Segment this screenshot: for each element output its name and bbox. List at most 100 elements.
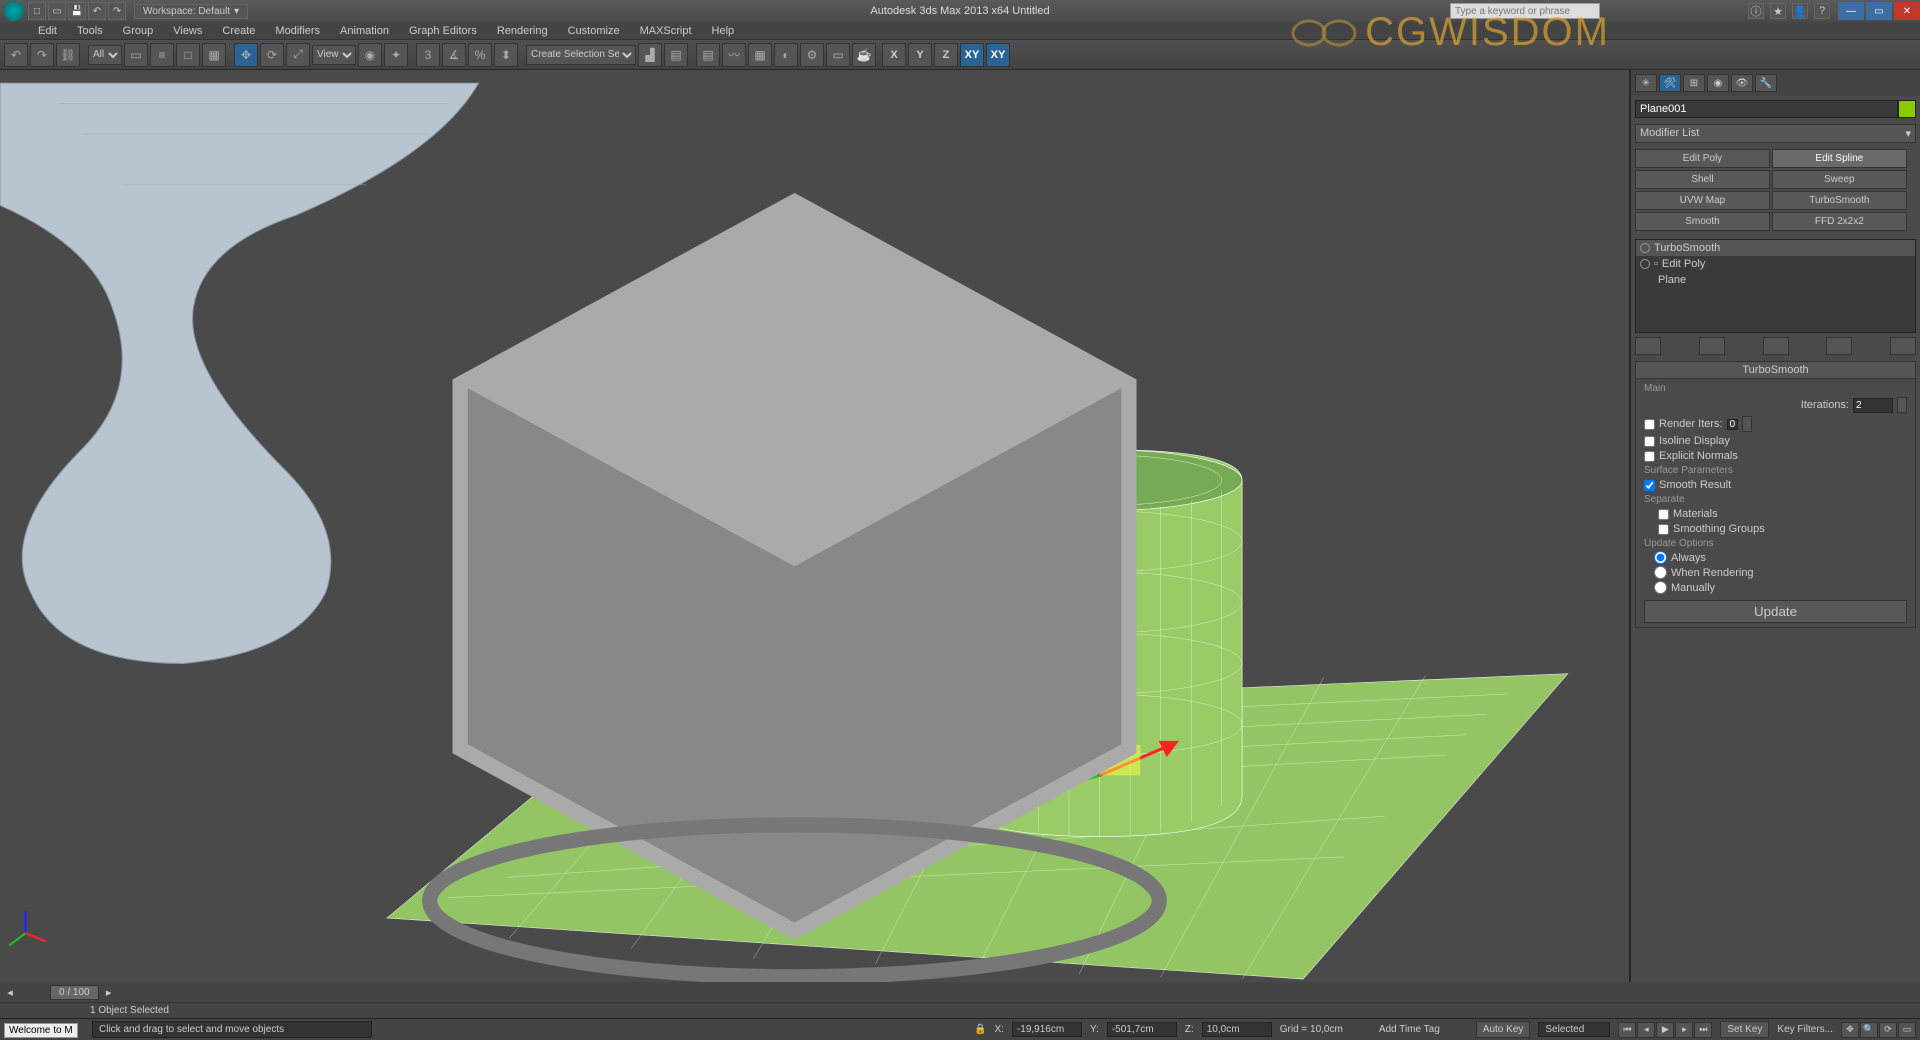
- key-mode-selector[interactable]: Selected: [1538, 1022, 1610, 1037]
- manipulate-icon[interactable]: ✦: [384, 43, 408, 67]
- coord-y[interactable]: -501,7cm: [1107, 1022, 1177, 1037]
- make-unique-icon[interactable]: [1763, 337, 1789, 355]
- nav-max-icon[interactable]: ▭: [1898, 1022, 1916, 1038]
- time-slider-handle[interactable]: 0 / 100: [50, 985, 99, 1000]
- ref-coord-system[interactable]: View: [312, 45, 356, 65]
- menu-animation[interactable]: Animation: [332, 23, 397, 39]
- menu-edit[interactable]: Edit: [30, 23, 65, 39]
- move-icon[interactable]: ✥: [234, 43, 258, 67]
- render-iters-checkbox[interactable]: [1644, 419, 1655, 430]
- undo-icon[interactable]: ↶: [4, 43, 28, 67]
- render-setup-icon[interactable]: ⚙: [800, 43, 824, 67]
- mod-turbosmooth[interactable]: TurboSmooth: [1772, 191, 1907, 210]
- viewport[interactable]: [0, 70, 1630, 982]
- maximize-button[interactable]: ▭: [1866, 2, 1892, 20]
- menu-group[interactable]: Group: [115, 23, 162, 39]
- spinner-up-icon[interactable]: [1897, 397, 1907, 413]
- qat-open-icon[interactable]: ▭: [48, 2, 66, 20]
- lock-icon[interactable]: 🔒: [974, 1024, 986, 1035]
- rollout-header[interactable]: TurboSmooth: [1636, 362, 1915, 379]
- modifier-stack[interactable]: TurboSmooth ▫Edit Poly Plane: [1635, 239, 1916, 333]
- update-button[interactable]: Update: [1644, 600, 1907, 623]
- nav-pan-icon[interactable]: ✥: [1841, 1022, 1859, 1038]
- mod-ffd[interactable]: FFD 2x2x2: [1772, 212, 1907, 231]
- axis-x-button[interactable]: X: [882, 43, 906, 67]
- eye-icon[interactable]: [1640, 259, 1650, 269]
- menu-modifiers[interactable]: Modifiers: [267, 23, 328, 39]
- axis-xy2-button[interactable]: XY: [986, 43, 1010, 67]
- scale-icon[interactable]: ⤢: [286, 43, 310, 67]
- render-iters-spinner[interactable]: [1727, 419, 1738, 430]
- configure-sets-icon[interactable]: [1890, 337, 1916, 355]
- mod-edit-spline[interactable]: Edit Spline: [1772, 149, 1907, 168]
- explicit-checkbox[interactable]: [1644, 451, 1655, 462]
- eye-icon[interactable]: [1640, 243, 1650, 253]
- tab-modify-icon[interactable]: 🛠: [1659, 74, 1681, 92]
- menu-customize[interactable]: Customize: [560, 23, 628, 39]
- mod-shell[interactable]: Shell: [1635, 170, 1770, 189]
- redo-icon[interactable]: ↷: [30, 43, 54, 67]
- spinner-snap-icon[interactable]: ⬍: [494, 43, 518, 67]
- pin-stack-icon[interactable]: [1635, 337, 1661, 355]
- nav-orbit-icon[interactable]: ⟳: [1879, 1022, 1897, 1038]
- menu-create[interactable]: Create: [214, 23, 263, 39]
- axis-y-button[interactable]: Y: [908, 43, 932, 67]
- smoothing-groups-checkbox[interactable]: [1658, 524, 1669, 535]
- mirror-icon[interactable]: ▟: [638, 43, 662, 67]
- render-icon[interactable]: ☕: [852, 43, 876, 67]
- mod-smooth[interactable]: Smooth: [1635, 212, 1770, 231]
- time-slider[interactable]: ◂ 0 / 100 ▸: [0, 982, 1630, 1002]
- close-button[interactable]: ✕: [1894, 2, 1920, 20]
- select-name-icon[interactable]: ≡: [150, 43, 174, 67]
- when-rendering-radio[interactable]: [1654, 566, 1667, 579]
- autokey-button[interactable]: Auto Key: [1476, 1021, 1531, 1038]
- goto-end-icon[interactable]: ⏭: [1694, 1022, 1712, 1038]
- signin-icon[interactable]: 👤: [1792, 3, 1808, 19]
- materials-checkbox[interactable]: [1658, 509, 1669, 520]
- axis-z-button[interactable]: Z: [934, 43, 958, 67]
- object-color-swatch[interactable]: [1898, 100, 1916, 118]
- menu-views[interactable]: Views: [165, 23, 210, 39]
- infocenter-icon[interactable]: ⓘ: [1748, 3, 1764, 19]
- schematic-icon[interactable]: ▦: [748, 43, 772, 67]
- percent-snap-icon[interactable]: %: [468, 43, 492, 67]
- spinner-up-icon[interactable]: [1742, 416, 1752, 432]
- manually-radio[interactable]: [1654, 581, 1667, 594]
- selection-filter[interactable]: All: [88, 45, 122, 65]
- tab-create-icon[interactable]: ✳: [1635, 74, 1657, 92]
- next-frame-icon[interactable]: ▸: [1675, 1022, 1693, 1038]
- minimize-button[interactable]: —: [1838, 2, 1864, 20]
- play-icon[interactable]: ▶: [1656, 1022, 1674, 1038]
- object-name-field[interactable]: [1635, 100, 1898, 118]
- qat-new-icon[interactable]: □: [28, 2, 46, 20]
- workspace-selector[interactable]: Workspace: Default▾: [134, 4, 248, 19]
- app-icon[interactable]: [4, 1, 24, 21]
- snap-toggle-icon[interactable]: 3: [416, 43, 440, 67]
- help-icon[interactable]: ?: [1814, 3, 1830, 19]
- menu-rendering[interactable]: Rendering: [489, 23, 556, 39]
- prev-frame-icon[interactable]: ◂: [1637, 1022, 1655, 1038]
- layers-icon[interactable]: ▤: [696, 43, 720, 67]
- mod-sweep[interactable]: Sweep: [1772, 170, 1907, 189]
- iterations-spinner[interactable]: [1853, 398, 1893, 413]
- mod-edit-poly[interactable]: Edit Poly: [1635, 149, 1770, 168]
- select-object-icon[interactable]: ▭: [124, 43, 148, 67]
- coord-z[interactable]: 10,0cm: [1202, 1022, 1272, 1037]
- search-input[interactable]: [1450, 3, 1600, 19]
- tab-display-icon[interactable]: 👁: [1731, 74, 1753, 92]
- modifier-list-dropdown[interactable]: Modifier List▾: [1635, 124, 1916, 143]
- qat-undo-icon[interactable]: ↶: [88, 2, 106, 20]
- rotate-icon[interactable]: ⟳: [260, 43, 284, 67]
- menu-graph-editors[interactable]: Graph Editors: [401, 23, 485, 39]
- tab-utilities-icon[interactable]: 🔧: [1755, 74, 1777, 92]
- mod-uvw-map[interactable]: UVW Map: [1635, 191, 1770, 210]
- menu-help[interactable]: Help: [704, 23, 743, 39]
- render-frame-icon[interactable]: ▭: [826, 43, 850, 67]
- qat-save-icon[interactable]: 💾: [68, 2, 86, 20]
- smooth-result-checkbox[interactable]: [1644, 480, 1655, 491]
- pivot-icon[interactable]: ◉: [358, 43, 382, 67]
- tab-motion-icon[interactable]: ◉: [1707, 74, 1729, 92]
- remove-modifier-icon[interactable]: [1826, 337, 1852, 355]
- viewcube[interactable]: [0, 80, 1609, 982]
- always-radio[interactable]: [1654, 551, 1667, 564]
